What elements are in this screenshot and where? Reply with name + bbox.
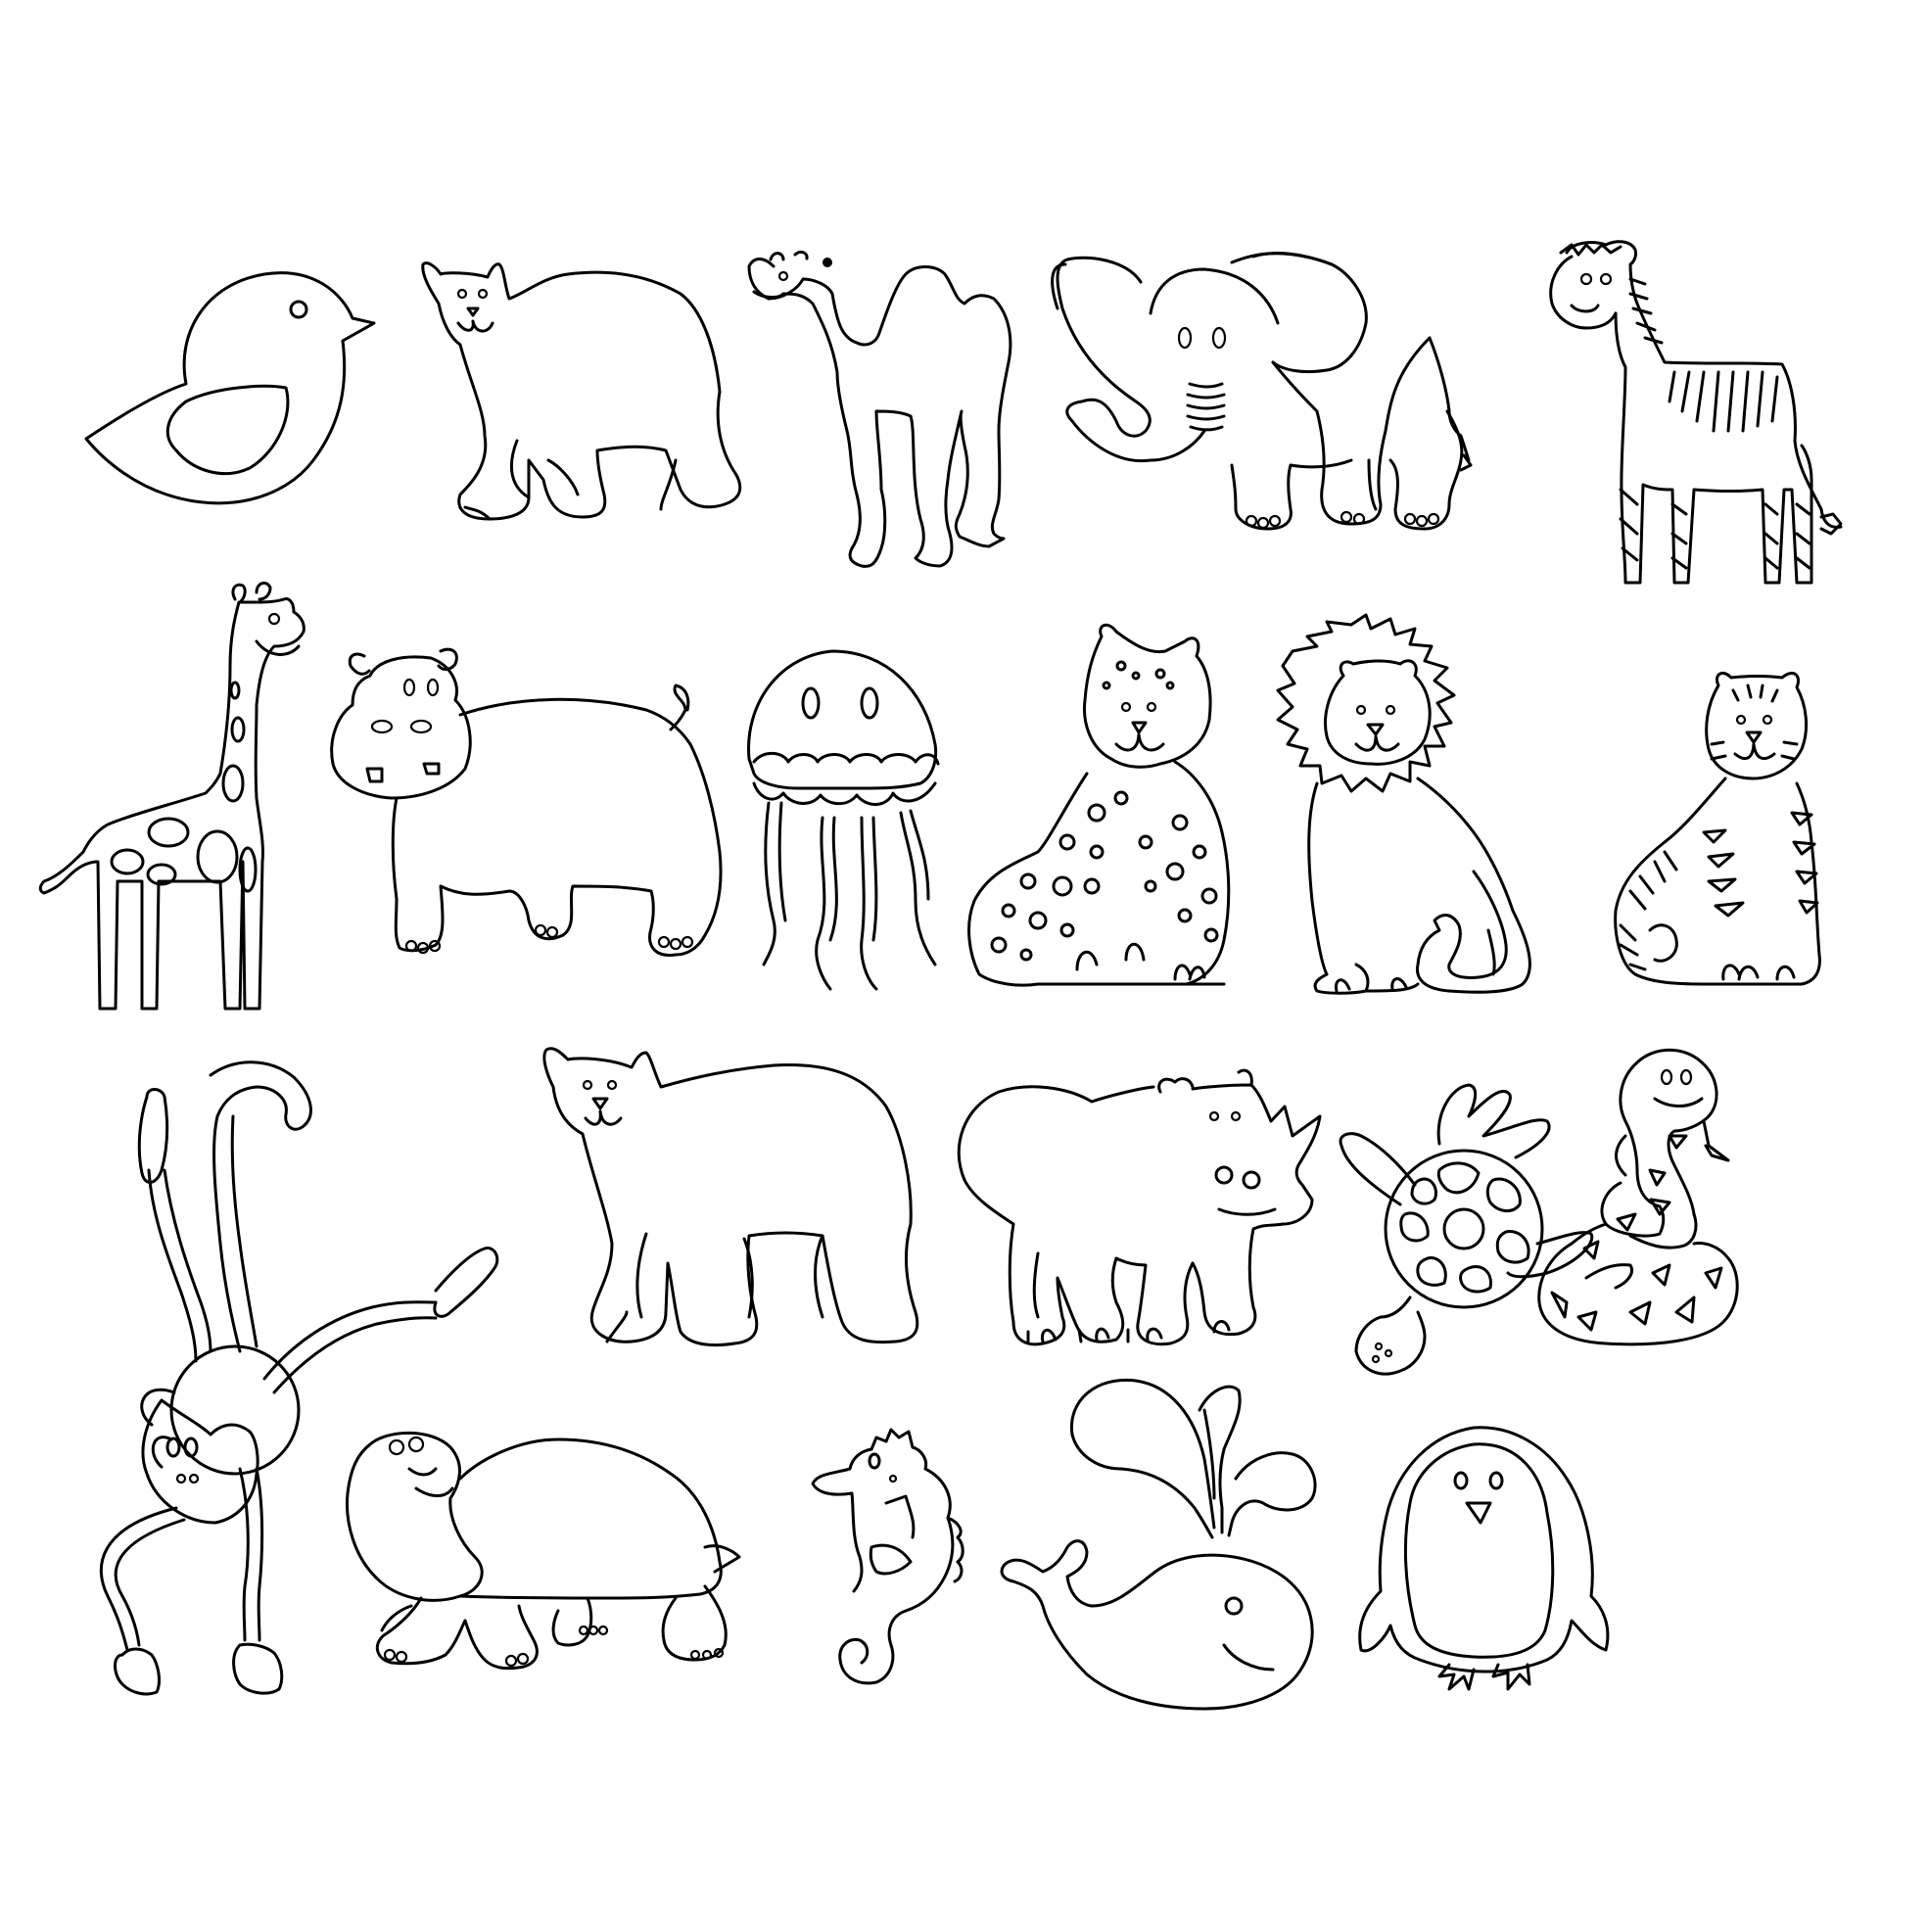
sea-turtle-icon <box>1339 1083 1594 1376</box>
polar-bear-icon <box>421 261 742 521</box>
jellyfish-icon <box>747 649 940 991</box>
leopard-icon <box>967 623 1231 987</box>
zebra-icon <box>1549 240 1843 585</box>
whale-icon <box>1000 1378 1317 1711</box>
penguin-icon <box>1358 1426 1610 1691</box>
giraffe-icon <box>38 581 306 1011</box>
coloring-sheet <box>0 0 1928 1928</box>
seahorse-icon <box>811 1428 964 1685</box>
tortoise-icon <box>345 1431 741 1671</box>
lion-icon <box>1276 613 1531 995</box>
tiger-icon <box>1614 672 1821 986</box>
snake-icon <box>1537 1048 1739 1346</box>
elephant-icon <box>1051 252 1473 531</box>
hippo-icon <box>330 647 723 957</box>
bear-icon <box>542 1047 919 1346</box>
rhino-icon <box>957 1068 1322 1346</box>
bird-icon <box>84 271 376 505</box>
animal-drawings <box>38 240 1843 1711</box>
camel-icon <box>747 250 1012 568</box>
